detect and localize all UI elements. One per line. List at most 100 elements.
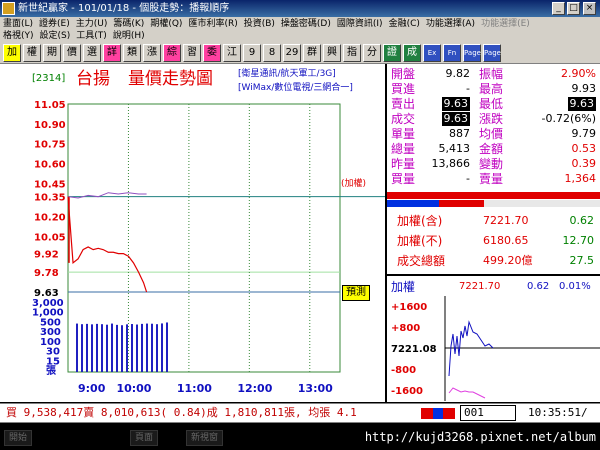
close-button[interactable]: × bbox=[583, 2, 596, 15]
toolbar-button[interactable]: 指 bbox=[343, 44, 361, 62]
status-bar: 買 9,538,417賣 8,010,613( 0.84)成 1,810,811… bbox=[0, 403, 600, 423]
volume-bar bbox=[156, 324, 158, 372]
volume-bar bbox=[91, 324, 93, 372]
maximize-button[interactable]: □ bbox=[567, 2, 580, 15]
price-tick-label: 10.20 bbox=[34, 213, 66, 224]
toolbar-button[interactable]: 漲 bbox=[143, 44, 161, 62]
volume-bar bbox=[81, 324, 83, 372]
toolbar-button[interactable]: 9 bbox=[243, 44, 261, 62]
minimize-button[interactable]: _ bbox=[552, 2, 565, 15]
price-tick-label: 10.05 bbox=[34, 232, 66, 243]
menu-item[interactable]: 功能選擇(E) bbox=[481, 19, 530, 29]
quote-label: 均價 bbox=[479, 127, 504, 141]
index-label: 成交總額 bbox=[397, 254, 446, 268]
price-tick-label: 10.60 bbox=[34, 160, 66, 171]
volume-bar bbox=[131, 324, 133, 372]
mini-tick-label: 7221.08 bbox=[391, 344, 437, 355]
toolbar: 加權期價選詳類漲綜習委江 9 8 29 群興指分證成 Ex Fn Page Page bbox=[0, 42, 600, 64]
menu-item[interactable]: 操盤密碼(D) bbox=[281, 19, 331, 29]
toolbar-button[interactable]: 29 bbox=[283, 44, 301, 62]
menu-item[interactable]: 期權(Q) bbox=[150, 19, 182, 29]
toolbar-button[interactable]: 期 bbox=[43, 44, 61, 62]
menu-item[interactable]: 國際資訊(I) bbox=[337, 19, 383, 29]
volume-bar bbox=[111, 323, 113, 372]
toolbar-button[interactable]: Fn bbox=[443, 44, 461, 62]
volume-tick-label: 張 bbox=[46, 365, 57, 377]
mini-chart-title: 加權 bbox=[391, 280, 416, 294]
menu-item[interactable]: 投資(B) bbox=[244, 19, 275, 29]
menu-item[interactable]: 功能選擇(A) bbox=[426, 19, 475, 29]
menu-item[interactable]: 工具(T) bbox=[76, 31, 107, 41]
toolbar-button[interactable]: 價 bbox=[63, 44, 81, 62]
menu-item[interactable]: 籌碼(K) bbox=[113, 19, 144, 29]
mini-index-chart: +1600 +800 7221.08 -800 -1600 bbox=[391, 296, 600, 401]
toolbar-button[interactable]: 委 bbox=[203, 44, 221, 62]
volume-bar bbox=[86, 323, 88, 372]
menu-bar: 畫面(L) 證券(E) 主力(U) 籌碼(K) 期權(Q) 匯市利率(R) 投資(B) 操盤密… bbox=[0, 17, 600, 42]
index-value: 499.20億 bbox=[483, 254, 533, 267]
volume-bar bbox=[136, 324, 138, 372]
mini-index-line bbox=[448, 320, 494, 377]
page-input[interactable]: 001 bbox=[460, 405, 516, 421]
bid-ask-bar bbox=[484, 200, 600, 207]
toolbar-button[interactable]: 詳 bbox=[103, 44, 121, 62]
quote-value: 9.93 bbox=[571, 82, 597, 95]
menu-item[interactable]: 畫面(L) bbox=[3, 19, 33, 29]
menu-item[interactable]: 金融(C) bbox=[389, 19, 420, 29]
quote-value: 9.63 bbox=[441, 97, 470, 111]
toolbar-button[interactable]: 興 bbox=[323, 44, 341, 62]
mini-volume-line bbox=[448, 387, 486, 399]
time-tick-label: 13:00 bbox=[298, 382, 333, 395]
quote-label: 漲跌 bbox=[479, 112, 504, 126]
toolbar-button[interactable]: 群 bbox=[303, 44, 321, 62]
toolbar-button[interactable]: 分 bbox=[363, 44, 381, 62]
volume-bar bbox=[101, 324, 103, 372]
menu-item[interactable]: 設定(S) bbox=[40, 31, 71, 41]
quote-label: 開盤 bbox=[391, 67, 416, 81]
menu-item[interactable]: 格視(Y) bbox=[3, 31, 34, 41]
taskbar: 開始 頁面 新視窗 http://kujd3268.pixnet.net/alb… bbox=[0, 424, 600, 450]
toolbar-button[interactable]: 江 bbox=[223, 44, 241, 62]
menu-item[interactable]: 主力(U) bbox=[76, 19, 108, 29]
toolbar-button[interactable]: 成 bbox=[403, 44, 421, 62]
menu-item[interactable]: 匯市利率(R) bbox=[188, 19, 237, 29]
toolbar-button[interactable]: 權 bbox=[23, 44, 41, 62]
window-title: 新世紀贏家 - 101/01/18 - 個股走勢：播報順序 bbox=[18, 3, 230, 14]
volume-bar bbox=[151, 323, 153, 372]
toolbar-button[interactable]: Page bbox=[463, 44, 481, 62]
quote-value: 9.82 bbox=[445, 67, 471, 80]
toolbar-button[interactable]: 選 bbox=[83, 44, 101, 62]
panel-divider bbox=[387, 274, 600, 276]
volume-bar bbox=[161, 323, 163, 372]
toolbar-button[interactable]: Ex bbox=[423, 44, 441, 62]
toolbar-button[interactable]: 加 bbox=[3, 44, 21, 62]
volume-bar bbox=[146, 323, 148, 372]
mini-chart-change: 0.62 bbox=[527, 281, 550, 292]
time-tick-label: 9:00 bbox=[78, 382, 106, 395]
price-tick-label: 11.05 bbox=[34, 100, 66, 111]
quote-value: - bbox=[466, 172, 470, 185]
price-tick-label: 10.90 bbox=[34, 120, 66, 131]
index-delta: 12.70 bbox=[562, 234, 595, 247]
volume-bar bbox=[116, 324, 118, 372]
menu-item[interactable]: 證券(E) bbox=[39, 19, 70, 29]
mini-tick-label: -800 bbox=[391, 365, 416, 376]
task-item-new-window[interactable]: 新視窗 bbox=[186, 430, 224, 446]
quote-value: 9.79 bbox=[571, 127, 597, 140]
toolbar-button[interactable]: Page bbox=[483, 44, 501, 62]
toolbar-button[interactable]: 證 bbox=[383, 44, 401, 62]
quote-value: 0.39 bbox=[571, 157, 597, 170]
toolbar-button[interactable]: 習 bbox=[183, 44, 201, 62]
menu-item[interactable]: 說明(H) bbox=[113, 31, 145, 41]
toolbar-button[interactable]: 綜 bbox=[163, 44, 181, 62]
index-value: 7221.70 bbox=[483, 214, 529, 227]
toolbar-button[interactable]: 8 bbox=[263, 44, 281, 62]
toolbar-button[interactable]: 類 bbox=[123, 44, 141, 62]
status-color-bar bbox=[421, 408, 455, 419]
task-item-page[interactable]: 頁面 bbox=[130, 430, 159, 446]
menu-row-2: 格視(Y) 設定(S) 工具(T) 說明(H) bbox=[3, 30, 151, 42]
price-tick-label: 10.35 bbox=[34, 193, 66, 204]
quote-value: 5,413 bbox=[438, 142, 471, 155]
volume-bar bbox=[126, 324, 128, 372]
start-button[interactable]: 開始 bbox=[4, 430, 33, 446]
